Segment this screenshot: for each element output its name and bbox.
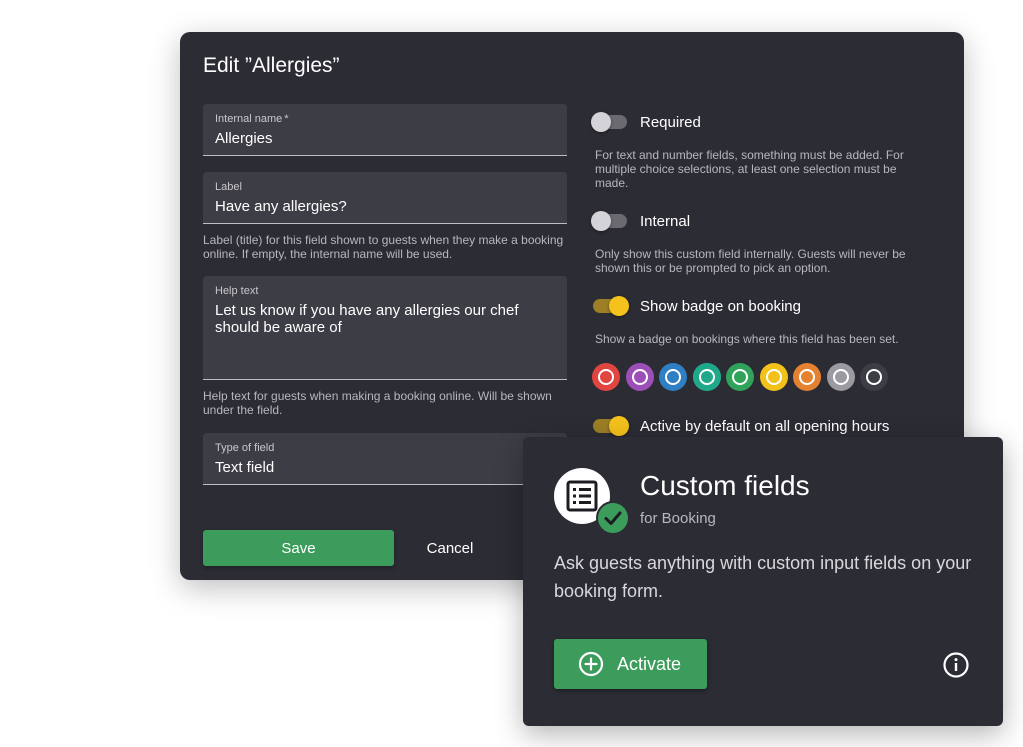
label-field-hint: Label (title) for this field shown to gu… xyxy=(203,233,564,261)
required-toggle-label: Required xyxy=(640,113,701,131)
badge-color-swatch[interactable] xyxy=(692,363,721,391)
active-default-toggle[interactable] xyxy=(593,416,629,436)
internal-name-label: Internal name * xyxy=(215,113,289,125)
activate-button[interactable]: Activate xyxy=(554,639,707,689)
internal-toggle[interactable] xyxy=(591,211,627,231)
badge-color-swatch[interactable] xyxy=(659,363,687,391)
save-button[interactable]: Save xyxy=(203,530,394,566)
required-toggle[interactable] xyxy=(591,112,627,132)
cancel-button[interactable]: Cancel xyxy=(410,530,490,566)
type-of-field-value[interactable]: Text field xyxy=(215,459,555,476)
type-of-field-label: Type of field xyxy=(215,442,275,454)
help-text-field[interactable]: Help text Let us know if you have any al… xyxy=(203,276,567,380)
internal-name-value[interactable]: Allergies xyxy=(215,130,555,147)
badge-color-swatch[interactable] xyxy=(726,363,754,391)
internal-toggle-label: Internal xyxy=(640,212,691,230)
badge-toggle[interactable] xyxy=(593,296,629,316)
label-field-label: Label xyxy=(215,181,242,193)
badge-color-picker xyxy=(592,363,894,391)
card-title: Custom fields xyxy=(640,470,810,501)
plus-circle-icon xyxy=(578,651,604,677)
badge-color-swatch[interactable] xyxy=(793,363,821,391)
internal-hint: Only show this custom field internally. … xyxy=(595,247,906,275)
label-field-value[interactable]: Have any allergies? xyxy=(215,198,555,215)
help-text-value[interactable]: Let us know if you have any allergies ou… xyxy=(215,302,555,336)
label-field[interactable]: Label Have any allergies? xyxy=(203,172,567,224)
help-text-label: Help text xyxy=(215,285,259,297)
card-description: Ask guests anything with custom input fi… xyxy=(554,553,972,601)
badge-toggle-label: Show badge on booking xyxy=(640,297,801,315)
badge-color-swatch[interactable] xyxy=(759,363,788,391)
internal-toggle-row[interactable]: Internal xyxy=(591,209,691,233)
active-default-toggle-label: Active by default on all opening hours xyxy=(640,417,890,435)
required-toggle-row[interactable]: Required xyxy=(591,110,701,134)
checkmark-icon xyxy=(596,501,630,535)
badge-color-swatch[interactable] xyxy=(592,363,620,391)
custom-fields-card: Custom fields for Booking Ask guests any… xyxy=(523,437,1003,726)
dialog-title: Edit ”Allergies” xyxy=(203,54,340,77)
card-subtitle: for Booking xyxy=(640,510,716,527)
badge-hint: Show a badge on bookings where this fiel… xyxy=(595,332,899,346)
type-of-field-select[interactable]: Type of field Text field xyxy=(203,433,567,485)
badge-color-swatch[interactable] xyxy=(625,363,654,391)
required-hint: For text and number fields, something mu… xyxy=(595,148,904,190)
internal-name-field[interactable]: Internal name * Allergies xyxy=(203,104,567,156)
badge-toggle-row[interactable]: Show badge on booking xyxy=(593,294,801,318)
badge-color-swatch[interactable] xyxy=(826,363,855,391)
badge-color-swatch[interactable] xyxy=(860,363,888,391)
active-default-toggle-row[interactable]: Active by default on all opening hours xyxy=(593,414,889,438)
help-text-hint: Help text for guests when making a booki… xyxy=(203,389,552,417)
info-icon[interactable] xyxy=(942,651,970,679)
activate-button-label: Activate xyxy=(617,653,682,674)
